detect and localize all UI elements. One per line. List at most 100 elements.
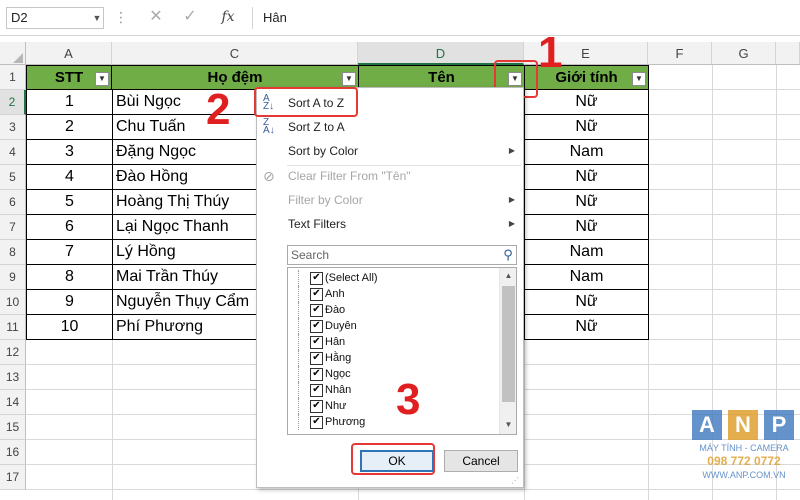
cell-stt[interactable]: 9 [26,289,113,315]
autofilter-menu: A Z↓ Sort A to Z Z A↓ Sort Z to A Sort by … [256,87,524,488]
filter-list-item[interactable]: ✔ Duyên [288,318,498,334]
row-header-1[interactable]: 1 [0,65,26,90]
list-scrollbar[interactable]: ▲ ▼ [499,268,516,434]
cell-stt[interactable]: 2 [26,114,113,140]
cell-gioi-tinh[interactable]: Nữ [524,114,649,140]
filter-list-item[interactable]: ✔ (Select All) [288,270,498,286]
filter-list-item-label: Anh [325,288,345,300]
search-input[interactable]: Search [287,245,517,265]
watermark-letter: A [692,410,722,440]
menu-item-filter-by-color: Filter by Color ▶ [257,188,523,212]
filter-list-item-label: Hân [325,336,346,348]
row-header-2[interactable]: 2 [0,90,26,115]
formula-input[interactable]: Hân [252,7,794,29]
filter-list-item[interactable]: ✔ Ngọc [288,366,498,382]
tree-line [298,302,307,318]
resize-grip-icon[interactable]: ⋰ [511,476,521,486]
cancel-entry-icon[interactable]: ✕ [146,6,166,28]
column-header-c[interactable]: C [112,42,358,65]
menu-item-text-filters[interactable]: Text Filters ▶ [257,212,523,236]
column-header-partial[interactable] [776,42,800,65]
row-header-9[interactable]: 9 [0,265,26,290]
row-header-14[interactable]: 14 [0,390,26,415]
filter-dropdown-gioi-tinh-icon[interactable]: ▼ [632,72,646,86]
row-header-5[interactable]: 5 [0,165,26,190]
filter-dropdown-stt-icon[interactable]: ▼ [95,72,109,86]
header-cell-stt[interactable]: STT ▼ [26,65,112,90]
cell-stt[interactable]: 3 [26,139,113,165]
cell-stt[interactable]: 10 [26,314,113,340]
filter-dropdown-ho-dem-icon[interactable]: ▼ [342,72,356,86]
column-header-a[interactable]: A [26,42,112,65]
cell-gioi-tinh[interactable]: Nữ [524,214,649,240]
filter-list-item-label: Hằng [325,352,352,364]
row-header-8[interactable]: 8 [0,240,26,265]
checkbox-checked-icon[interactable]: ✔ [310,352,323,365]
name-box-dropdown-icon[interactable]: ▼ [90,7,104,29]
cell-gioi-tinh[interactable]: Nam [524,139,649,165]
step-number-1: 1 [538,28,563,77]
row-header-10[interactable]: 10 [0,290,26,315]
submenu-arrow-icon: ▶ [508,195,515,204]
filter-list-item[interactable]: ✔ Đào [288,302,498,318]
gridline [26,489,800,490]
filter-list-item-label: (Select All) [325,272,378,284]
checkbox-checked-icon[interactable]: ✔ [310,368,323,381]
menu-item-sort-z-to-a[interactable]: Z A↓ Sort Z to A [257,115,523,139]
watermark-letter: P [764,410,794,440]
filter-list-item[interactable]: ✔ Hân [288,334,498,350]
cell-gioi-tinh[interactable]: Nữ [524,189,649,215]
anp-watermark-logo: A N P MÁY TÍNH - CAMERA 098 772 0772 WWW… [688,410,800,500]
header-label-ho-dem: Họ đệm [207,69,263,86]
row-header-4[interactable]: 4 [0,140,26,165]
cell-gioi-tinh[interactable]: Nữ [524,89,649,115]
checkbox-checked-icon[interactable]: ✔ [310,400,323,413]
cell-gioi-tinh[interactable]: Nam [524,264,649,290]
row-header-12[interactable]: 12 [0,340,26,365]
tree-line [298,366,307,382]
cell-gioi-tinh[interactable]: Nữ [524,164,649,190]
tree-line [298,398,307,414]
checkbox-checked-icon[interactable]: ✔ [310,416,323,429]
scroll-up-icon[interactable]: ▲ [500,268,516,284]
watermark-tagline: MÁY TÍNH - CAMERA [699,443,789,453]
row-header-6[interactable]: 6 [0,190,26,215]
checkbox-checked-icon[interactable]: ✔ [310,384,323,397]
highlight-ok-button [351,443,435,475]
filter-list-item[interactable]: ✔ Anh [288,286,498,302]
confirm-entry-icon[interactable]: ✓ [180,6,200,28]
checkbox-checked-icon[interactable]: ✔ [310,288,323,301]
row-header-13[interactable]: 13 [0,365,26,390]
filter-list-item[interactable]: ✔ Phương [288,414,498,430]
cell-stt[interactable]: 1 [26,89,113,115]
row-header-16[interactable]: 16 [0,440,26,465]
cancel-button[interactable]: Cancel [444,450,518,472]
cell-gioi-tinh[interactable]: Nữ [524,289,649,315]
menu-item-sort-by-color[interactable]: Sort by Color ▶ [257,139,523,163]
cell-gioi-tinh[interactable]: Nữ [524,314,649,340]
filter-list-item-label: Đào [325,304,346,316]
checkbox-checked-icon[interactable]: ✔ [310,304,323,317]
cell-stt[interactable]: 4 [26,164,113,190]
cell-stt[interactable]: 5 [26,189,113,215]
row-header-15[interactable]: 15 [0,415,26,440]
row-header-17[interactable]: 17 [0,465,26,490]
column-header-f[interactable]: F [648,42,712,65]
checkbox-checked-icon[interactable]: ✔ [310,272,323,285]
column-header-g[interactable]: G [712,42,776,65]
scroll-thumb[interactable] [502,286,515,402]
row-header-11[interactable]: 11 [0,315,26,340]
cell-stt[interactable]: 8 [26,264,113,290]
row-header-7[interactable]: 7 [0,215,26,240]
checkbox-checked-icon[interactable]: ✔ [310,320,323,333]
cell-stt[interactable]: 7 [26,239,113,265]
row-header-3[interactable]: 3 [0,115,26,140]
cell-gioi-tinh[interactable]: Nam [524,239,649,265]
insert-function-icon[interactable]: fx [216,6,240,28]
cell-stt[interactable]: 6 [26,214,113,240]
filter-list-item[interactable]: ✔ Như [288,398,498,414]
scroll-down-icon[interactable]: ▼ [500,417,516,433]
filter-list-item[interactable]: ✔ Hằng [288,350,498,366]
filter-list-item[interactable]: ✔ Nhân [288,382,498,398]
checkbox-checked-icon[interactable]: ✔ [310,336,323,349]
